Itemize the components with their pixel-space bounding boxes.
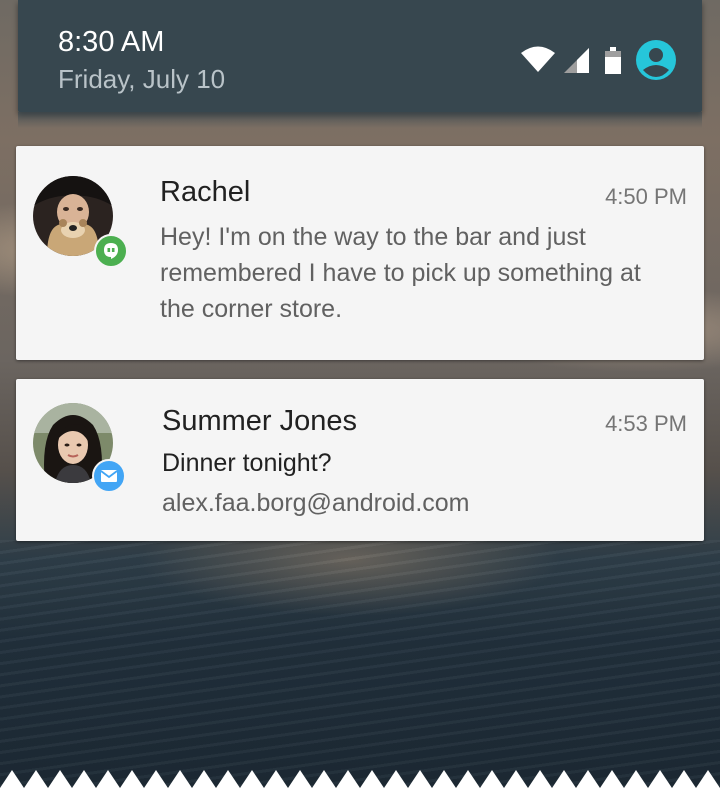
battery-icon bbox=[604, 45, 622, 75]
message-text: Hey! I'm on the way to the bar and just … bbox=[160, 223, 641, 323]
notification-time: 4:50 PM bbox=[605, 184, 687, 209]
clock: 8:30 AM bbox=[58, 26, 165, 58]
cell-signal-icon bbox=[562, 46, 590, 74]
sender-name: Summer Jones bbox=[162, 405, 358, 437]
email-subject: Dinner tonight? bbox=[162, 449, 332, 477]
status-icons bbox=[520, 40, 676, 80]
wallpaper-water bbox=[0, 540, 720, 788]
account-address: alex.faa.borg@android.com bbox=[162, 489, 470, 517]
torn-edge bbox=[0, 770, 720, 788]
sender-name: Rachel bbox=[160, 176, 251, 208]
notification-card-summer-jones[interactable]: Summer Jones 4:53 PM Dinner tonight? ale… bbox=[16, 379, 704, 541]
notification-shade-header[interactable]: 8:30 AM Friday, July 10 bbox=[18, 0, 702, 112]
shade-shadow bbox=[18, 112, 702, 128]
wifi-icon bbox=[520, 46, 556, 74]
date: Friday, July 10 bbox=[58, 64, 226, 94]
notification-time: 4:53 PM bbox=[605, 411, 687, 436]
hangouts-icon bbox=[94, 234, 128, 268]
account-icon[interactable] bbox=[636, 40, 676, 80]
notification-card-rachel[interactable]: Rachel 4:50 PM Hey! I'm on the way to th… bbox=[16, 146, 704, 360]
email-icon bbox=[92, 459, 126, 493]
